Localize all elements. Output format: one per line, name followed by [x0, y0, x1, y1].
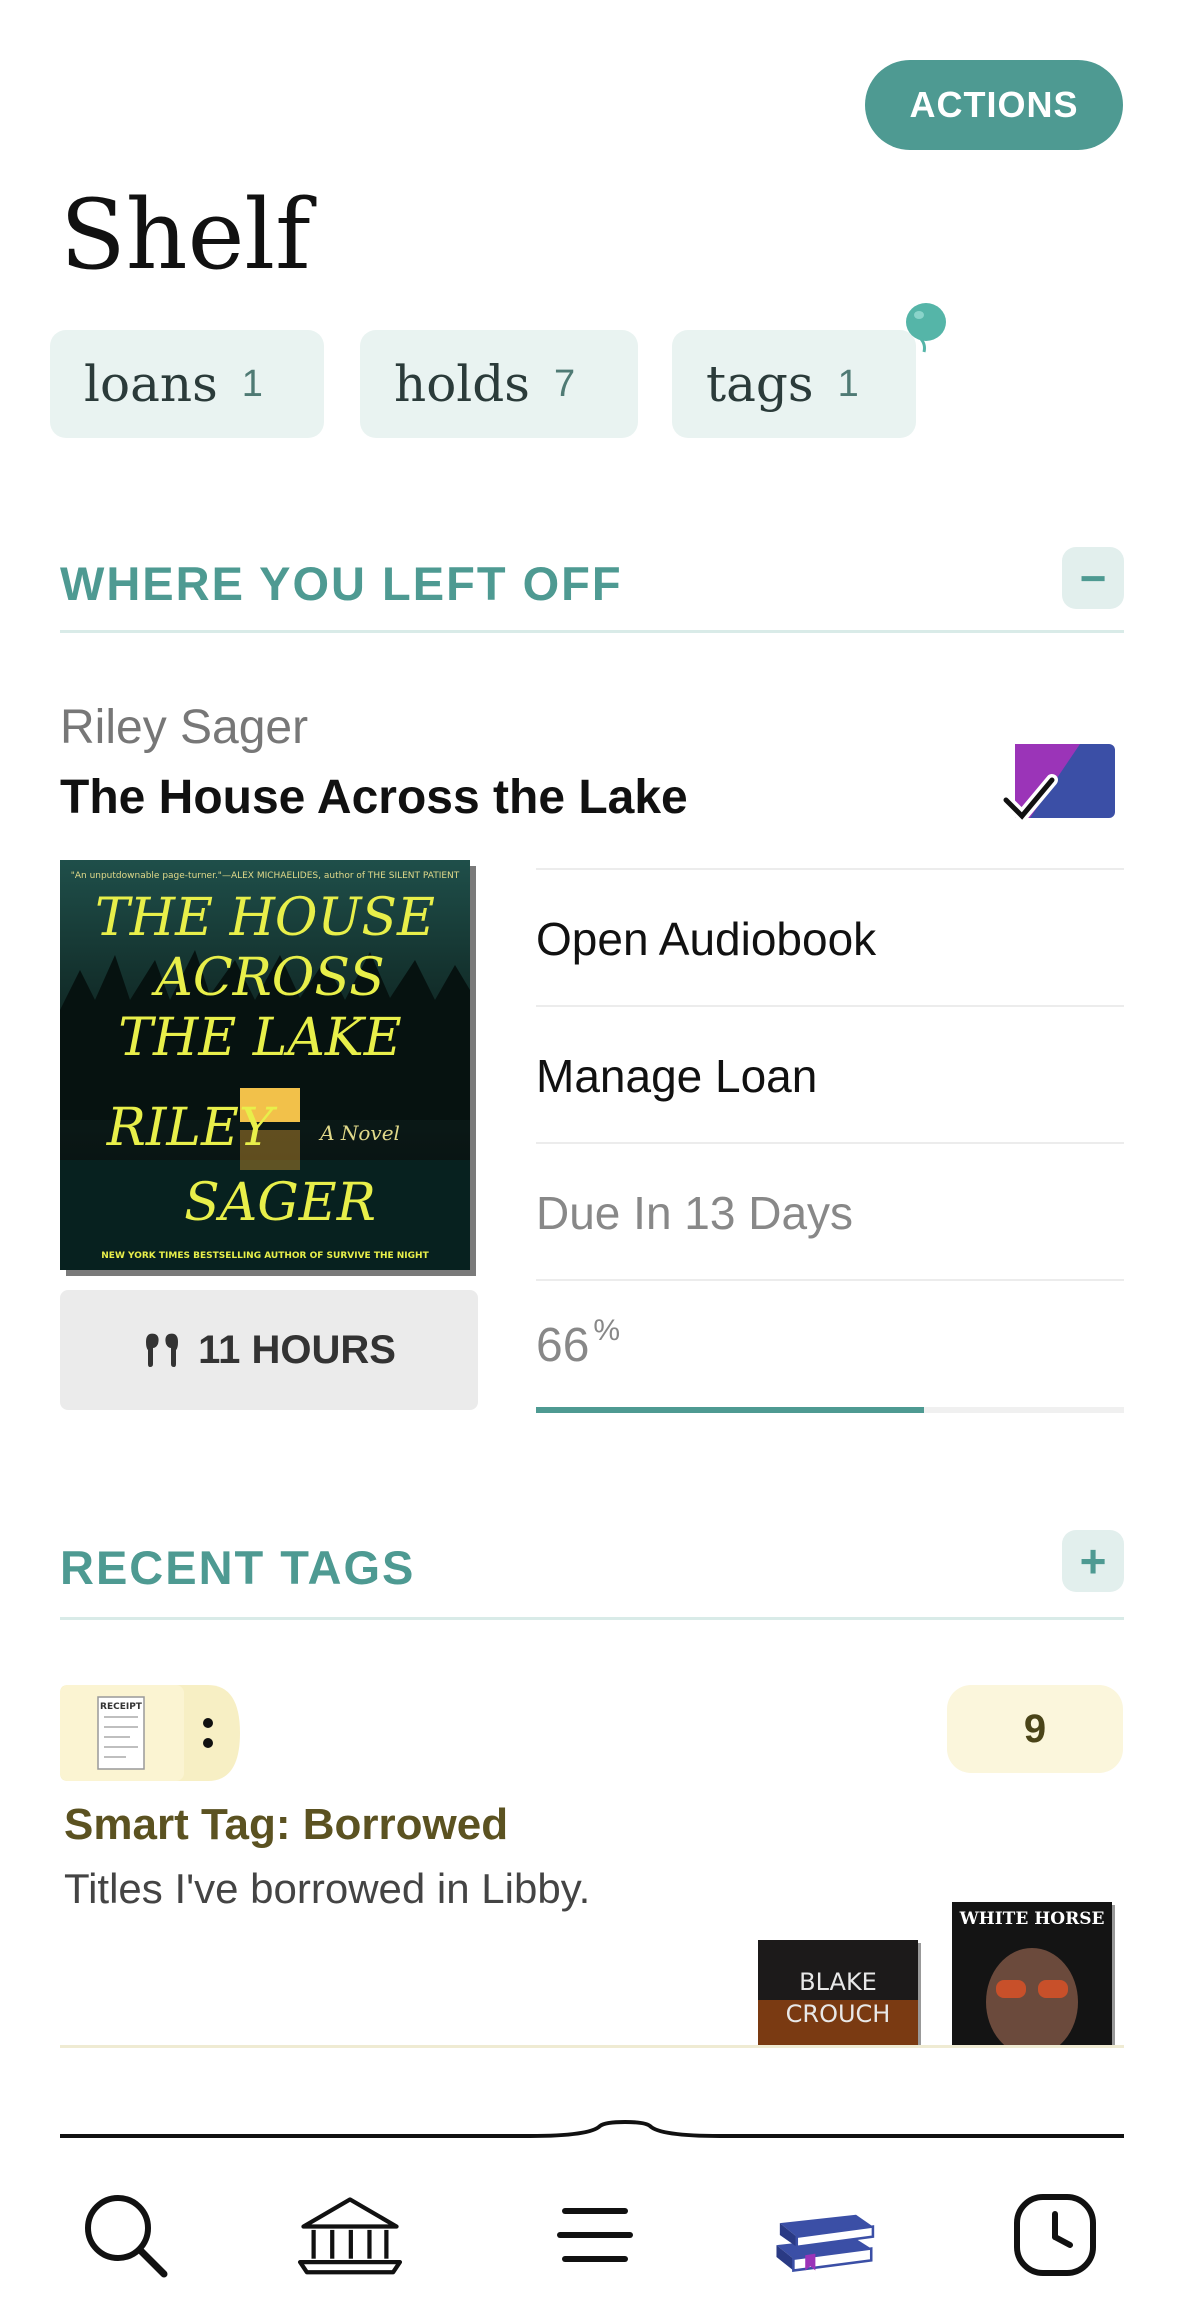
open-audiobook-button[interactable]: Open Audiobook	[536, 868, 1124, 1007]
tag-book-cover[interactable]: BLAKE CROUCH	[758, 1940, 918, 2045]
cover-line: ACROSS	[151, 948, 384, 1008]
timeline-icon	[1014, 2194, 1096, 2276]
cover-art: WHITE HORSE	[952, 1902, 1112, 2045]
cover-line: RILEY	[106, 1098, 278, 1158]
chip-label: tags	[706, 355, 814, 413]
cover-line: THE HOUSE	[95, 888, 435, 948]
open-audiobook-label: Open Audiobook	[536, 912, 877, 965]
progress-bar	[536, 1407, 1124, 1413]
nav-divider	[60, 2119, 1124, 2138]
nav-search[interactable]	[70, 2180, 180, 2290]
library-icon	[297, 2197, 403, 2275]
page-title: Shelf	[60, 179, 311, 291]
progress-bar-fill	[536, 1407, 925, 1413]
cover-footer: NEW YORK TIMES BESTSELLING AUTHOR OF SUR…	[101, 1251, 429, 1261]
section-divider	[60, 630, 1124, 633]
balloon-icon	[906, 303, 946, 353]
progress-percent: 66%	[536, 1314, 620, 1373]
chip-label: loans	[84, 355, 218, 413]
receipt-icon: RECEIPT	[97, 1696, 145, 1770]
nav-shelf[interactable]	[768, 2180, 878, 2290]
shelf-icon	[776, 2214, 875, 2272]
menu-icon	[557, 2208, 633, 2262]
chip-holds[interactable]: holds 7	[360, 330, 638, 438]
tag-chip[interactable]: RECEIPT	[60, 1685, 240, 1781]
tag-book-cover[interactable]: WHITE HORSE	[952, 1902, 1112, 2045]
duration-label: 11 HOURS	[198, 1327, 396, 1372]
section-title-where-you-left-off: WHERE YOU LEFT OFF	[60, 557, 623, 610]
cover-line: CROUCH	[786, 2000, 891, 2028]
chip-count: 1	[241, 362, 263, 405]
book-title[interactable]: The House Across the Lake	[60, 770, 688, 825]
cover-title: WHITE HORSE	[959, 1909, 1105, 1929]
progress-unit: %	[593, 1314, 621, 1347]
tag-description: Titles I've borrowed in Libby.	[64, 1865, 591, 1912]
manage-loan-button[interactable]: Manage Loan	[536, 1005, 1124, 1144]
search-icon	[85, 2195, 168, 2278]
cover-art: BLAKE CROUCH	[758, 1940, 918, 2045]
progress-divider	[536, 1279, 1124, 1282]
section-title-recent-tags: RECENT TAGS	[60, 1541, 416, 1594]
chip-label: holds	[394, 355, 530, 413]
more-dot	[203, 1738, 213, 1748]
earbuds-icon	[146, 1333, 179, 1367]
section-divider	[60, 1617, 1124, 1620]
book-cover[interactable]: "An unputdownable page-turner."—ALEX MIC…	[60, 860, 470, 1270]
cover-line: THE LAKE	[118, 1008, 401, 1068]
chip-count: 7	[553, 362, 576, 405]
nav-timeline[interactable]	[1000, 2180, 1110, 2290]
due-date-row: Due In 13 Days	[536, 1142, 1124, 1281]
cover-line: SAGER	[184, 1173, 376, 1233]
receipt-label: RECEIPT	[100, 1702, 143, 1712]
progress-value: 66	[536, 1319, 590, 1372]
manage-loan-label: Manage Loan	[536, 1049, 818, 1102]
tag-count-badge: 9	[947, 1685, 1123, 1773]
tag-divider	[60, 2045, 1124, 2048]
cover-subtitle: A Novel	[318, 1121, 400, 1145]
actions-button[interactable]: ACTIONS	[865, 60, 1123, 150]
chip-count: 1	[837, 362, 859, 405]
collapse-button[interactable]: −	[1062, 547, 1124, 609]
book-author: Riley Sager	[60, 701, 309, 754]
audiobook-check-badge-icon	[1000, 744, 1115, 825]
cover-art: "An unputdownable page-turner."—ALEX MIC…	[60, 860, 470, 1270]
due-date-label: Due In 13 Days	[536, 1186, 854, 1239]
tag-name[interactable]: Smart Tag: Borrowed	[64, 1800, 508, 1850]
more-dot	[203, 1718, 213, 1728]
duration-button[interactable]: 11 HOURS	[60, 1290, 478, 1410]
nav-library[interactable]	[295, 2180, 405, 2290]
chip-loans[interactable]: loans 1	[50, 330, 324, 438]
add-tag-button[interactable]: +	[1062, 1530, 1124, 1592]
cover-blurb: "An unputdownable page-turner."—ALEX MIC…	[71, 871, 460, 881]
chip-tags[interactable]: tags 1	[672, 330, 916, 438]
nav-menu[interactable]	[540, 2180, 650, 2290]
cover-line: BLAKE	[799, 1968, 877, 1996]
